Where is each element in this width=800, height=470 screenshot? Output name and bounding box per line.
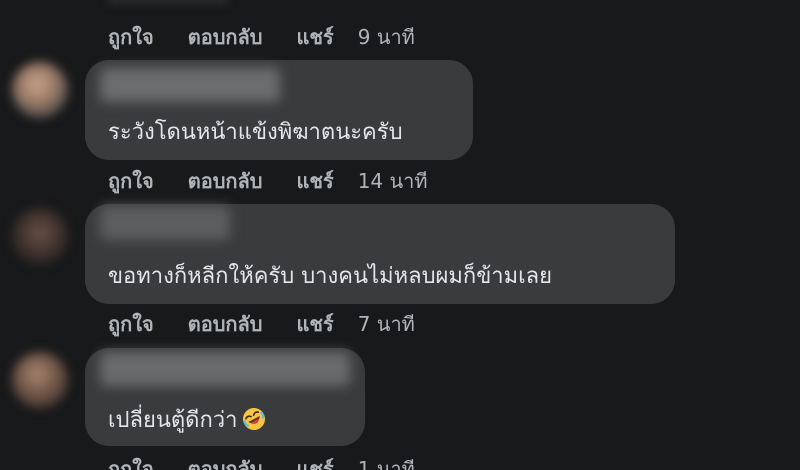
- like-button[interactable]: ถูกใจ: [108, 21, 154, 53]
- like-button[interactable]: ถูกใจ: [108, 165, 154, 197]
- comment-text: ระวังโดนหน้าแข้งพิฆาตนะครับ: [108, 120, 403, 145]
- blurred-author-name[interactable]: [100, 68, 280, 102]
- reply-button[interactable]: ตอบกลับ: [188, 165, 263, 197]
- comment-text: ขอทางก็หลีกให้ครับ บางคนไม่หลบผมก็ข้ามเล…: [108, 264, 553, 289]
- comment-timestamp[interactable]: 7 นาที: [358, 308, 415, 340]
- rolling-on-floor-laughing-emoji: [242, 408, 265, 430]
- avatar[interactable]: [12, 352, 68, 408]
- comment-thread: ถูกใจ ตอบกลับ แชร์ 9 นาที ระวังโดนหน้าแข…: [0, 0, 800, 470]
- share-button[interactable]: แชร์: [296, 21, 333, 53]
- avatar[interactable]: [12, 62, 68, 118]
- previous-comment-edge: [108, 0, 228, 4]
- comment-text: เปลี่ยนตู้ดีกว่า: [108, 402, 266, 437]
- reply-button[interactable]: ตอบกลับ: [188, 453, 263, 470]
- comment-timestamp[interactable]: 14 นาที: [358, 165, 428, 197]
- comment-text-content: เปลี่ยนตู้ดีกว่า: [108, 408, 238, 433]
- reply-button[interactable]: ตอบกลับ: [188, 308, 263, 340]
- comment-actions: ถูกใจ ตอบกลับ แชร์ 1 นาที: [108, 454, 415, 470]
- share-button[interactable]: แชร์: [296, 308, 333, 340]
- avatar[interactable]: [12, 208, 68, 264]
- comment-actions: ถูกใจ ตอบกลับ แชร์ 9 นาที: [108, 22, 415, 52]
- like-button[interactable]: ถูกใจ: [108, 453, 154, 470]
- reply-button[interactable]: ตอบกลับ: [188, 21, 263, 53]
- like-button[interactable]: ถูกใจ: [108, 308, 154, 340]
- blurred-author-name[interactable]: [100, 352, 350, 386]
- comment-actions: ถูกใจ ตอบกลับ แชร์ 14 นาที: [108, 166, 428, 196]
- comment-actions: ถูกใจ ตอบกลับ แชร์ 7 นาที: [108, 309, 415, 339]
- comment-timestamp[interactable]: 9 นาที: [358, 21, 415, 53]
- share-button[interactable]: แชร์: [296, 453, 333, 470]
- comment-timestamp[interactable]: 1 นาที: [358, 453, 415, 470]
- blurred-author-name[interactable]: [100, 206, 230, 240]
- share-button[interactable]: แชร์: [296, 165, 333, 197]
